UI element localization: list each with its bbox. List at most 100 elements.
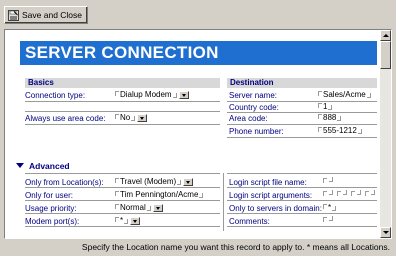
form-content: SERVER CONNECTION Basics Connection type… [5, 30, 380, 238]
dropdown-button[interactable] [178, 90, 189, 99]
login-script-file-field[interactable] [323, 177, 333, 183]
divider [25, 111, 220, 112]
dropdown-button[interactable] [152, 203, 163, 212]
save-and-close-label: Save and Close [22, 10, 83, 20]
field-open-marker [115, 114, 119, 119]
field-close-marker [332, 206, 337, 211]
action-bar: Save and Close [0, 0, 396, 30]
field-open-marker [115, 178, 119, 183]
destination-heading: Destination [227, 78, 377, 88]
always-use-area-code-field[interactable]: No [115, 113, 148, 122]
divider [25, 213, 220, 214]
expand-twistie-icon[interactable] [16, 163, 24, 168]
divider [25, 187, 220, 188]
field-open-marker [365, 191, 369, 196]
field-close-marker [199, 193, 204, 198]
divider [25, 200, 220, 201]
only-for-user-field[interactable]: Tim Pennington/Acme [115, 190, 204, 199]
area-code-label: Area code: [229, 114, 268, 123]
comments-field[interactable] [323, 216, 333, 222]
divider [227, 101, 377, 102]
divider [227, 213, 377, 214]
server-name-field[interactable]: Sales/Acme [318, 90, 371, 99]
field-close-marker [329, 216, 333, 221]
area-code-field[interactable]: 888 [318, 113, 342, 122]
field-close-marker [328, 105, 333, 110]
country-code-label: Country code: [229, 103, 279, 112]
divider [25, 101, 220, 102]
login-script-file-label: Login script file name: [229, 178, 307, 187]
only-from-location-value: Travel (Modem) [120, 177, 177, 186]
phone-number-value: 555-1212 [323, 126, 357, 135]
divider [227, 112, 377, 113]
modem-ports-value: * [120, 216, 124, 225]
field-close-marker [172, 93, 177, 98]
field-open-marker [318, 91, 322, 96]
field-close-marker [337, 116, 342, 121]
field-close-marker [124, 219, 129, 224]
scroll-down-arrow-icon[interactable] [380, 227, 391, 238]
only-for-user-value: Tim Pennington/Acme [120, 190, 199, 199]
save-close-icon [8, 9, 19, 21]
field-open-marker [351, 191, 355, 196]
connection-type-field[interactable]: Dialup Modem [115, 90, 189, 99]
divider [227, 226, 377, 227]
phone-number-label: Phone number: [229, 127, 284, 136]
field-open-marker [323, 204, 327, 209]
only-from-location-field[interactable]: Travel (Modem) [115, 177, 194, 186]
field-close-marker [177, 180, 182, 185]
modem-ports-field[interactable]: * [115, 216, 141, 225]
country-code-field[interactable]: 1 [318, 102, 333, 111]
connection-type-label: Connection type: [25, 91, 86, 100]
advanced-section-toggle[interactable]: Advanced [29, 161, 70, 171]
always-use-area-code-value: No [120, 113, 131, 122]
divider [227, 187, 377, 188]
dropdown-button[interactable] [137, 113, 148, 122]
usage-priority-label: Usage priority: [25, 204, 77, 213]
field-open-marker [318, 103, 322, 108]
only-to-servers-field[interactable]: * [323, 203, 337, 212]
field-open-marker [323, 217, 327, 222]
only-for-user-label: Only for user: [25, 191, 74, 200]
divider [25, 226, 220, 227]
field-open-marker [318, 127, 322, 132]
divider [25, 173, 220, 174]
field-close-marker [357, 190, 361, 195]
only-to-servers-value: * [328, 203, 332, 212]
scroll-up-arrow-icon[interactable] [380, 30, 391, 41]
dropdown-button[interactable] [183, 177, 194, 186]
field-close-marker [329, 190, 333, 195]
usage-priority-value: Normal [120, 203, 146, 212]
area-code-value: 888 [323, 113, 337, 122]
divider [227, 124, 377, 125]
divider [227, 137, 377, 138]
always-use-area-code-label: Always use area code: [25, 114, 106, 123]
divider [227, 200, 377, 201]
field-open-marker [115, 91, 119, 96]
field-close-marker [366, 93, 371, 98]
basics-heading: Basics [25, 78, 220, 88]
vertical-scrollbar[interactable] [380, 30, 391, 238]
field-close-marker [146, 206, 151, 211]
field-close-marker [357, 129, 362, 134]
field-open-marker [115, 217, 119, 222]
divider [227, 173, 377, 174]
country-code-value: 1 [323, 102, 328, 111]
dropdown-button[interactable] [130, 216, 141, 225]
only-from-location-label: Only from Location(s): [25, 178, 104, 187]
page-title: SERVER CONNECTION [20, 41, 377, 65]
comments-label: Comments: [229, 217, 270, 226]
field-open-marker [318, 114, 322, 119]
field-open-marker [115, 204, 119, 209]
scroll-thumb[interactable] [380, 41, 391, 69]
field-close-marker [329, 177, 333, 182]
save-and-close-button[interactable]: Save and Close [4, 6, 88, 24]
connection-type-value: Dialup Modem [120, 90, 172, 99]
divider [25, 124, 220, 125]
column-divider [223, 173, 224, 231]
usage-priority-field[interactable]: Normal [115, 203, 163, 212]
phone-number-field[interactable]: 555-1212 [318, 126, 362, 135]
field-open-marker [115, 191, 119, 196]
login-script-args-field[interactable] [323, 190, 375, 196]
status-bar: Specify the Location name you want this … [81, 242, 390, 252]
